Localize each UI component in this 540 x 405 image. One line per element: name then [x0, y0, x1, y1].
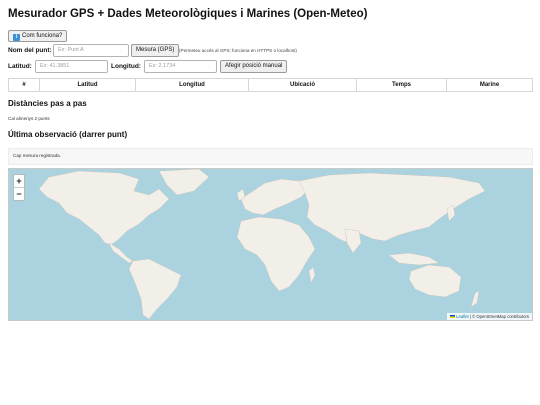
land-new-zealand: [470, 290, 480, 308]
observation-message: Cap mesura registrada.: [13, 153, 62, 158]
help-button-label: Com funciona?: [22, 33, 63, 39]
land-south-america: [128, 258, 182, 320]
land-europe: [240, 178, 310, 216]
osm-attribution: | © OpenStreetMap contributors: [469, 314, 529, 319]
land-central-america: [108, 242, 134, 264]
point-name-input[interactable]: Ex: Punt A: [53, 44, 129, 57]
land-indonesia: [388, 252, 440, 266]
gps-note: (Permeteu accés al GPS; funciona en HTTP…: [179, 48, 297, 53]
map-attribution: Leaflet | © OpenStreetMap contributors: [447, 313, 532, 320]
longitude-input[interactable]: Ex: 2.1734: [144, 60, 217, 73]
land-africa: [236, 216, 316, 292]
map[interactable]: + − Leaflet | © OpenStreetMap contributo…: [8, 168, 533, 321]
observation-box: Cap mesura registrada.: [8, 148, 533, 165]
measure-gps-button[interactable]: Mesura (GPS): [131, 44, 180, 57]
distances-message: Cal almenys 2 punts: [8, 116, 50, 121]
zoom-out-button[interactable]: −: [14, 187, 24, 200]
point-name-label: Nom del punt:: [8, 47, 52, 54]
col-location: Ubicació: [248, 78, 357, 92]
world-map-tiles: [38, 169, 486, 320]
observation-heading: Última observació (darrer punt): [8, 130, 128, 139]
leaflet-link[interactable]: Leaflet: [456, 314, 469, 319]
latitude-input[interactable]: Ex: 41.3851: [35, 60, 108, 73]
add-manual-position-button[interactable]: Afegir posició manual: [220, 60, 288, 73]
land-madagascar: [308, 266, 316, 284]
page-title: Mesurador GPS + Dades Meteorològiques i …: [8, 8, 368, 20]
distances-heading: Distàncies pas a pas: [8, 99, 87, 108]
help-button[interactable]: i Com funciona?: [8, 30, 68, 42]
latitude-label: Latitud:: [8, 63, 32, 70]
longitude-label: Longitud:: [111, 63, 141, 70]
col-longitude: Longitud: [135, 78, 249, 92]
info-icon: i: [13, 34, 20, 41]
col-marine: Marine: [446, 78, 533, 92]
ukraine-flag-icon: [450, 315, 456, 318]
col-latitude: Latitud: [39, 78, 136, 92]
land-asia: [298, 172, 486, 244]
land-greenland: [158, 169, 210, 196]
land-australia: [408, 264, 462, 298]
land-north-america: [38, 170, 170, 246]
col-weather: Temps: [356, 78, 447, 92]
points-table: # Latitud Longitud Ubicació Temps Marine: [8, 78, 533, 92]
land-india: [344, 228, 362, 254]
table-header-row: # Latitud Longitud Ubicació Temps Marine: [8, 78, 533, 92]
zoom-in-button[interactable]: +: [14, 175, 24, 187]
zoom-control: + −: [13, 174, 25, 201]
col-index: #: [8, 78, 40, 92]
